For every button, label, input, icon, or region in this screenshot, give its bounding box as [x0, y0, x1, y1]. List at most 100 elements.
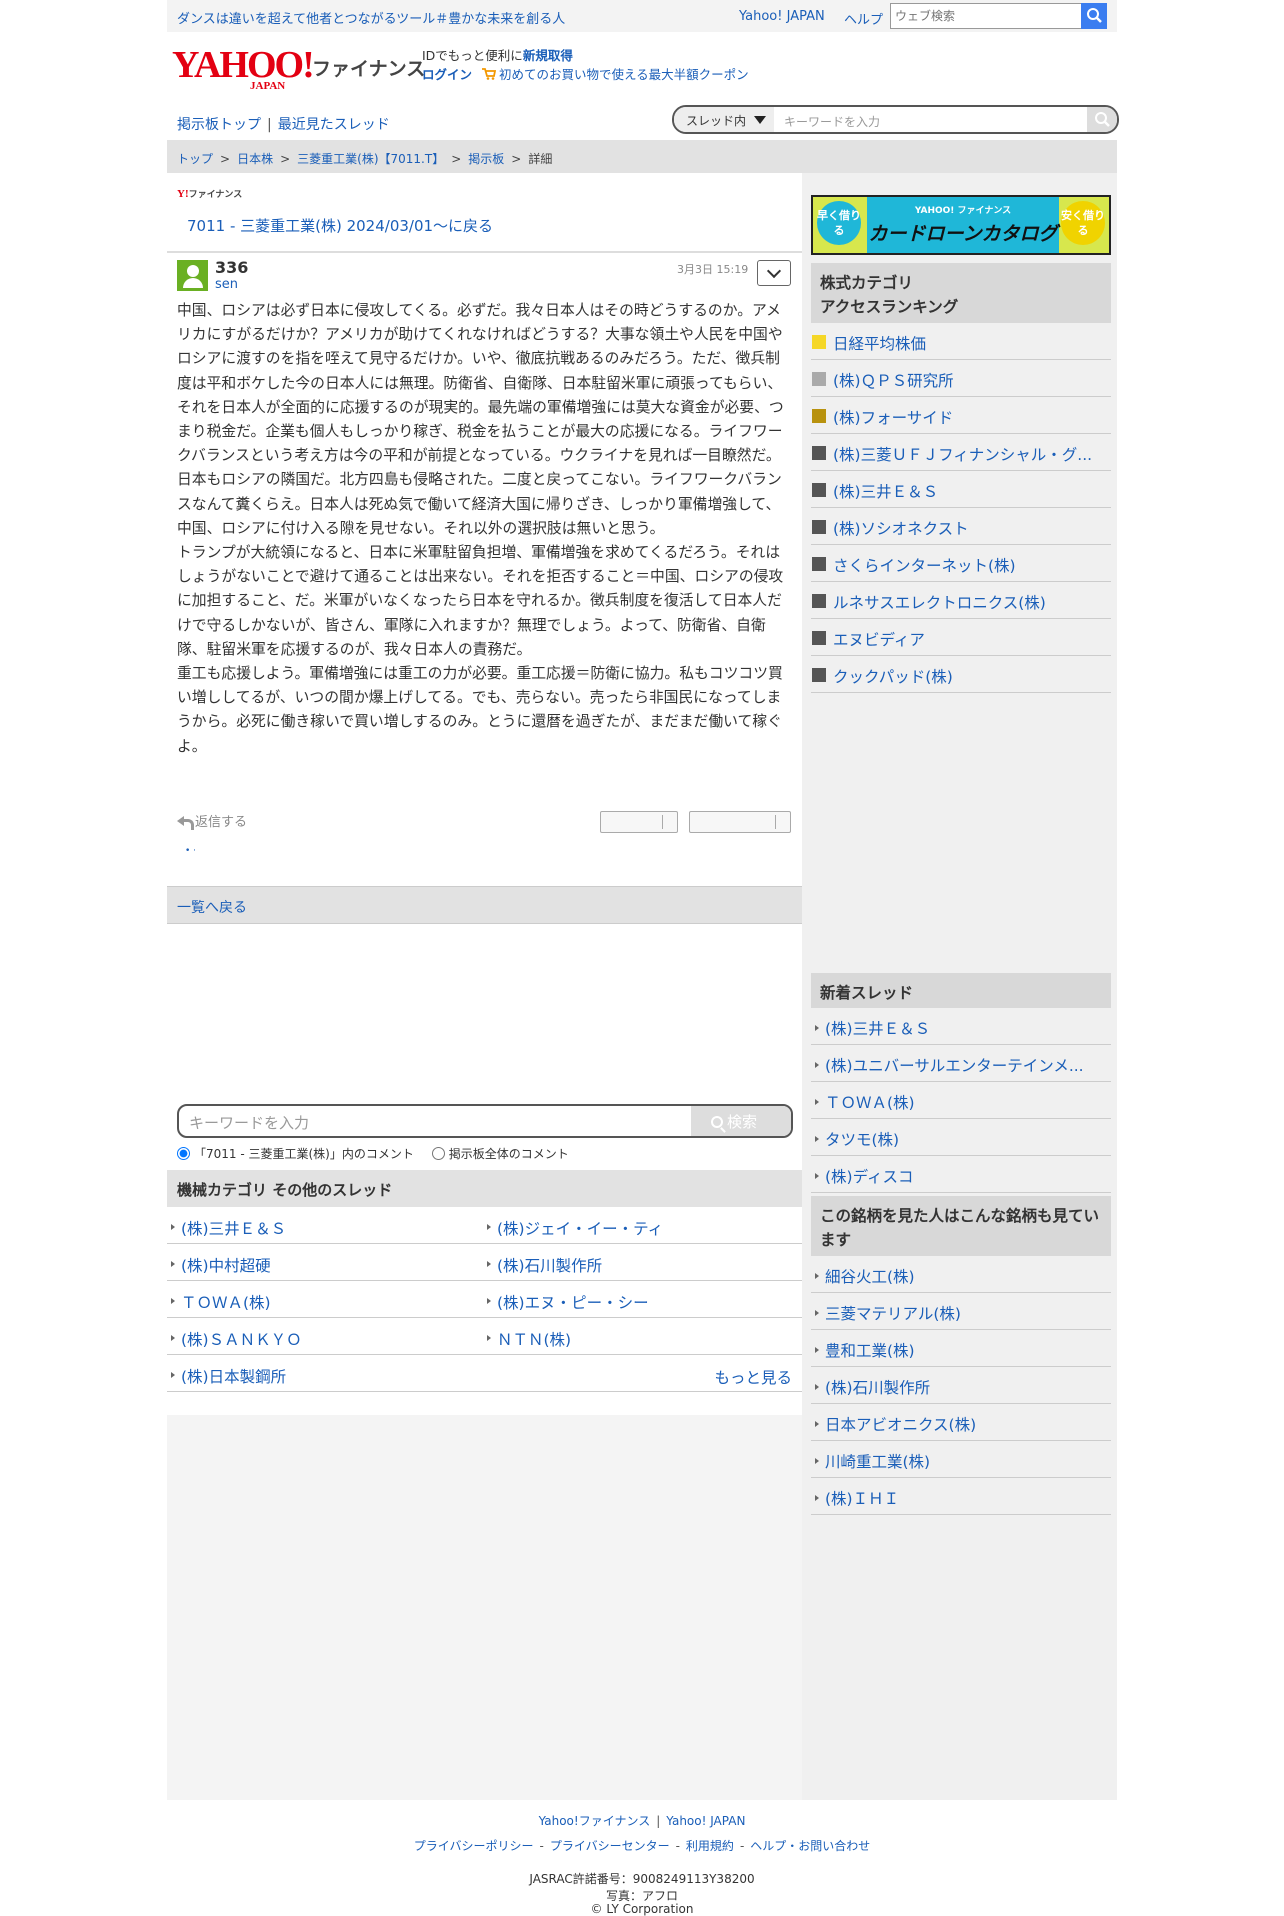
banner-right-badge: 安く借りる [1061, 201, 1105, 245]
main-column: Y!ファイナンス 7011 - 三菱重工業(株) 2024/03/01〜に戻る … [167, 173, 802, 1800]
radio-all-label[interactable]: 掲示板全体のコメント [431, 1147, 569, 1161]
list-item[interactable]: (株)中村超硬 [167, 1244, 483, 1281]
coupon-link[interactable]: 初めてのお買い物で使える最大半額クーポン [499, 67, 749, 82]
thread-back-link[interactable]: 7011 - 三菱重工業(株) 2024/03/01〜に戻る [187, 215, 493, 236]
list-item[interactable]: (株)三井Ｅ＆Ｓ [811, 471, 1111, 508]
yahoo-japan-link[interactable]: Yahoo! JAPAN [739, 9, 825, 24]
banner-left-badge: 早く借りる [817, 201, 861, 245]
rank-marker [812, 557, 826, 571]
list-item[interactable]: ルネサスエレクトロニクス(株) [811, 582, 1111, 619]
list-item[interactable]: 細谷火工(株) [811, 1256, 1111, 1293]
list-item[interactable]: 日経平均株価 [811, 323, 1111, 360]
list-item[interactable]: (株)エヌ・ピー・シー [483, 1281, 802, 1318]
rank-marker [812, 446, 826, 460]
board-search: スレッド内 キーワードを入力 [672, 105, 1119, 134]
rank-label: クックパッド(株) [833, 668, 953, 686]
list-item[interactable]: (株)ＩＨＩ [811, 1478, 1111, 1515]
reply-label: 返信する [195, 815, 248, 830]
post-number: 336 [215, 258, 249, 277]
board-search-input[interactable]: キーワードを入力 [784, 113, 880, 130]
crumb-board[interactable]: 掲示板 [468, 152, 504, 166]
web-search-button[interactable] [1081, 3, 1107, 29]
list-item[interactable]: (株)ユニバーサルエンターテインメ... [811, 1045, 1111, 1082]
board-top-link[interactable]: 掲示板トップ [177, 117, 261, 133]
list-item[interactable]: (株)三井Ｅ＆Ｓ [811, 1008, 1111, 1045]
comment-search: キーワードを入力 検索 [177, 1104, 793, 1138]
list-item[interactable]: 日本アビオニクス(株) [811, 1404, 1111, 1441]
logo-japan: JAPAN [250, 80, 286, 92]
radio-all-text: 掲示板全体のコメント [448, 1147, 569, 1161]
reply-button[interactable]: 返信する [177, 811, 247, 830]
recent-threads-link[interactable]: 最近見たスレッド [278, 117, 390, 133]
post-author[interactable]: sen [215, 277, 238, 292]
like-button[interactable] [600, 811, 678, 833]
list-item[interactable]: (株)ソシオネクスト [811, 508, 1111, 545]
privacy-center-link[interactable]: プライバシーセンター [550, 1839, 670, 1853]
help-contact-link[interactable]: ヘルプ・お問い合わせ [750, 1839, 870, 1853]
crumb-stock[interactable]: 三菱重工業(株)【7011.T】 [297, 152, 444, 166]
list-item[interactable]: (株)ＱＰＳ研究所 [811, 360, 1111, 397]
list-item[interactable]: ＴＯＷＡ(株) [167, 1281, 483, 1318]
list-item[interactable]: 豊和工業(株) [811, 1330, 1111, 1367]
new-threads-heading: 新着スレッド [811, 973, 1111, 1008]
search-scope-select[interactable]: スレッド内 [674, 107, 774, 132]
comment-search-button[interactable]: 検索 [691, 1106, 791, 1136]
post-menu-button[interactable] [757, 260, 791, 286]
list-item[interactable]: ＮＴＮ(株) [483, 1318, 802, 1355]
list-item[interactable]: タツモ(株) [811, 1119, 1111, 1156]
more-threads-link[interactable]: もっと見る [714, 1366, 792, 1388]
rank-label: (株)三井Ｅ＆Ｓ [833, 483, 939, 501]
list-item[interactable]: (株)三菱ＵＦＪフィナンシャル・グ... [811, 434, 1111, 471]
list-item[interactable]: (株)日本製鋼所 [167, 1355, 802, 1392]
list-item[interactable]: (株)石川製作所 [811, 1367, 1111, 1404]
web-search-input[interactable] [891, 4, 1081, 28]
breadcrumb: トップ > 日本株 > 三菱重工業(株)【7011.T】 > 掲示板 > 詳細 [167, 140, 1117, 173]
signup-link[interactable]: 新規取得 [523, 48, 573, 63]
list-item[interactable]: (株)フォーサイド [811, 397, 1111, 434]
search-scope-radios: 「7011 - 三菱重工業(株)」内のコメント 掲示板全体のコメント [177, 1145, 583, 1162]
crumb-sep: > [280, 152, 291, 166]
list-item[interactable]: エヌビディア [811, 619, 1111, 656]
yahoo-finance-logo[interactable]: YAHOO! JAPAN ファイナンス [172, 44, 425, 92]
list-item[interactable]: クックパッド(株) [811, 656, 1111, 693]
other-threads-heading: 機械カテゴリ その他のスレッド [167, 1170, 802, 1207]
logo-yahoo: YAHOO! [172, 44, 315, 86]
rank-label: エヌビディア [833, 631, 925, 649]
search-icon [711, 1116, 723, 1128]
list-item[interactable]: (株)ディスコ [811, 1156, 1111, 1193]
crumb-sep: > [220, 152, 231, 166]
crumb-top[interactable]: トップ [177, 152, 213, 166]
list-back-link[interactable]: 一覧へ戻る [177, 897, 247, 917]
dislike-button[interactable] [689, 811, 791, 833]
radio-all[interactable] [431, 1147, 445, 1160]
reply-icon [177, 814, 194, 830]
list-item[interactable]: 川崎重工業(株) [811, 1441, 1111, 1478]
terms-link[interactable]: 利用規約 [686, 1839, 734, 1853]
cardloan-banner[interactable]: 早く借りる YAHOO! ファイナンス カードローンカタログ 安く借りる [811, 195, 1111, 255]
list-item[interactable]: ＴＯＷＡ(株) [811, 1082, 1111, 1119]
footer-yahoo-link[interactable]: Yahoo! JAPAN [666, 1814, 745, 1828]
crumb-jp-stock[interactable]: 日本株 [237, 152, 273, 166]
avatar[interactable] [177, 260, 208, 291]
footer-finance-link[interactable]: Yahoo!ファイナンス [539, 1814, 651, 1828]
board-search-button[interactable] [1087, 107, 1117, 132]
comment-search-input[interactable]: キーワードを入力 [189, 1112, 309, 1133]
list-item[interactable]: (株)ジェイ・イー・ティ [483, 1207, 802, 1244]
radio-thread-label[interactable]: 「7011 - 三菱重工業(株)」内のコメント [177, 1147, 414, 1161]
list-item[interactable]: さくらインターネット(株) [811, 545, 1111, 582]
rank-marker [812, 372, 826, 386]
list-item[interactable]: (株)ＳＡＮＫＹＯ [167, 1318, 483, 1355]
account-info: IDでもっと便利に新規取得 ログイン 初めてのお買い物で使える最大半額クーポン [422, 46, 749, 84]
chevron-down-icon [766, 263, 782, 279]
rank-marker [812, 631, 826, 645]
list-item[interactable]: (株)石川製作所 [483, 1244, 802, 1281]
promo-link[interactable]: ダンスは違いを超えて他者とつながるツール＃豊かな未来を創る人 [177, 8, 565, 27]
privacy-policy-link[interactable]: プライバシーポリシー [414, 1839, 534, 1853]
list-item[interactable]: 三菱マテリアル(株) [811, 1293, 1111, 1330]
radio-thread[interactable] [177, 1147, 190, 1160]
loading-dots: • · [185, 846, 197, 856]
also-viewed-list: 細谷火工(株) 三菱マテリアル(株) 豊和工業(株) (株)石川製作所 日本アビ… [811, 1256, 1111, 1515]
login-link[interactable]: ログイン [422, 67, 472, 82]
list-item[interactable]: (株)三井Ｅ＆Ｓ [167, 1207, 483, 1244]
help-link[interactable]: ヘルプ [844, 9, 883, 28]
